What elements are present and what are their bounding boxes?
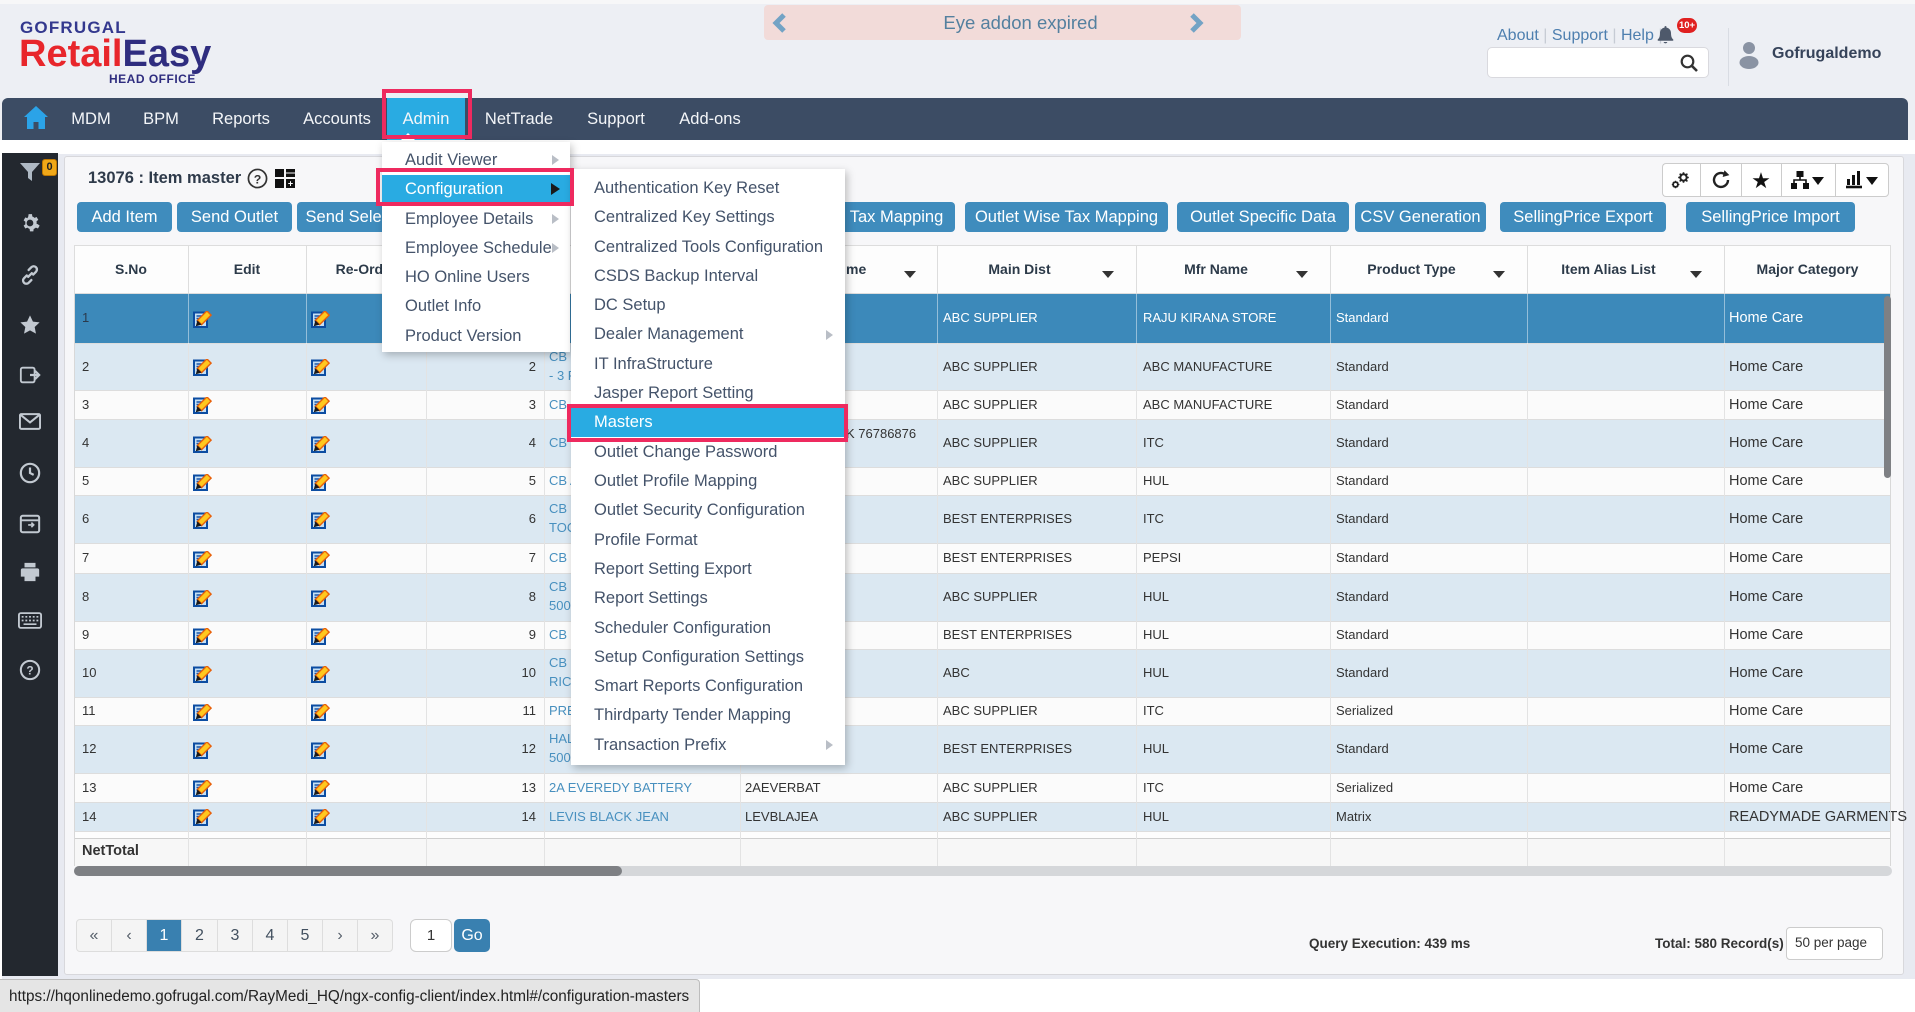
- svg-text:?: ?: [254, 172, 262, 186]
- svg-text:?: ?: [26, 664, 33, 678]
- svg-text:+: +: [288, 179, 293, 189]
